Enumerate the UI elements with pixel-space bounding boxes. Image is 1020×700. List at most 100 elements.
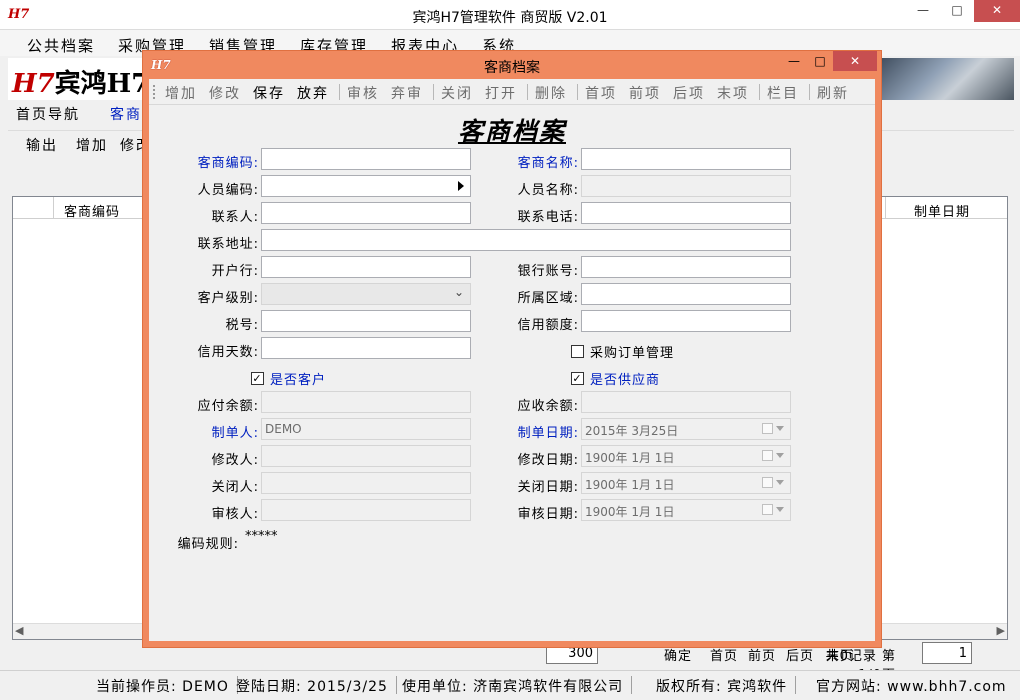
bank-input[interactable] — [261, 256, 471, 278]
checkbox-box[interactable] — [571, 345, 584, 358]
tb-audit-button[interactable]: 审核 — [347, 83, 379, 103]
code-rule-label: 编码规则: — [177, 537, 239, 552]
code-input[interactable] — [261, 148, 471, 170]
check-icon[interactable]: ✓ — [571, 372, 584, 385]
address-label: 联系地址: — [197, 237, 259, 252]
credit-amount-input[interactable] — [581, 310, 791, 332]
is-supplier-checkbox[interactable]: ✓ 是否供应商 — [571, 369, 660, 388]
credit-days-label: 信用天数: — [197, 345, 259, 360]
dialog-title: 客商档案 — [484, 60, 540, 76]
tb-edit-button[interactable]: 修改 — [209, 83, 241, 103]
add-button[interactable]: 增加 — [76, 135, 108, 155]
window-controls: — □ ✕ — [906, 0, 1020, 30]
level-select[interactable]: ⌄ — [261, 283, 471, 305]
lookup-arrow-icon[interactable] — [458, 181, 464, 191]
region-input[interactable] — [581, 283, 791, 305]
dialog-close-button[interactable]: ✕ — [833, 51, 877, 71]
auditor-label: 审核人: — [211, 507, 259, 522]
modify-date-picker[interactable]: 1900年 1月 1日 — [581, 445, 791, 467]
tb-close-button[interactable]: 关闭 — [441, 83, 473, 103]
credit-amount-label: 信用额度: — [517, 318, 579, 333]
status-operator: 当前操作员: DEMO — [96, 676, 238, 695]
create-date-picker[interactable]: 2015年 3月25日 — [581, 418, 791, 440]
menu-public-files[interactable]: 公共档案 — [16, 30, 107, 56]
tb-last-button[interactable]: 末项 — [717, 83, 749, 103]
contact-label: 联系人: — [211, 210, 259, 225]
chevron-down-icon[interactable]: ⌄ — [454, 285, 464, 299]
calendar-dropdown-icon[interactable] — [762, 476, 784, 490]
code-rule-value: ***** — [245, 529, 278, 544]
tb-add-button[interactable]: 增加 — [165, 83, 197, 103]
tab-home-nav[interactable]: 首页导航 — [16, 104, 80, 124]
bank-label: 开户行: — [211, 264, 259, 279]
is-customer-checkbox[interactable]: ✓ 是否客户 — [251, 369, 326, 388]
creator-input: DEMO — [261, 418, 471, 440]
banner-image — [878, 58, 1014, 100]
po-manage-checkbox[interactable]: 采购订单管理 — [571, 342, 674, 361]
name-input[interactable] — [581, 148, 791, 170]
calendar-dropdown-icon[interactable] — [762, 503, 784, 517]
staff-name-label: 人员名称: — [517, 183, 579, 198]
tb-prev-button[interactable]: 前项 — [629, 83, 661, 103]
tb-unaudit-button[interactable]: 弃审 — [391, 83, 423, 103]
address-input[interactable] — [261, 229, 791, 251]
close-date-picker[interactable]: 1900年 1月 1日 — [581, 472, 791, 494]
export-button[interactable]: 输出 — [26, 135, 58, 155]
staff-code-input[interactable] — [261, 175, 471, 197]
dialog-toolbar: 增加 修改 保存 放弃 审核 弃审 关闭 打开 删除 首项 前项 后项 末项 栏… — [149, 79, 875, 105]
tb-discard-button[interactable]: 放弃 — [297, 83, 329, 103]
tb-save-button[interactable]: 保存 — [253, 83, 285, 103]
column-header-create-date[interactable]: 制单日期 — [885, 197, 981, 220]
statusbar: 当前操作员: DEMO 登陆日期: 2015/3/25 使用单位: 济南宾鸿软件… — [0, 670, 1020, 700]
tb-refresh-button[interactable]: 刷新 — [817, 83, 849, 103]
account-input[interactable] — [581, 256, 791, 278]
status-unit: 使用单位: 济南宾鸿软件有限公司 — [402, 676, 633, 695]
window-title: 宾鸿H7管理软件 商贸版 V2.01 — [412, 10, 608, 26]
tb-open-button[interactable]: 打开 — [485, 83, 517, 103]
toolbar-grip-icon[interactable] — [153, 85, 155, 99]
go-button[interactable]: GO — [978, 645, 1020, 660]
auditor-input — [261, 499, 471, 521]
tb-first-button[interactable]: 首项 — [585, 83, 617, 103]
toolbar-separator — [433, 84, 434, 100]
phone-label: 联系电话: — [517, 210, 579, 225]
creator-label: 制单人: — [211, 426, 259, 441]
minimize-button[interactable]: — — [906, 0, 940, 22]
audit-date-picker[interactable]: 1900年 1月 1日 — [581, 499, 791, 521]
phone-input[interactable] — [581, 202, 791, 224]
scroll-left-icon[interactable]: ◀ — [15, 624, 23, 637]
toolbar-separator — [577, 84, 578, 100]
tab-customer-supplier[interactable]: 客商 — [110, 104, 142, 124]
dialog-maximize-button[interactable]: □ — [807, 51, 833, 71]
name-label: 客商名称: — [517, 156, 579, 171]
brand-logo: H7宾鸿H7 — [12, 69, 150, 99]
scroll-right-icon[interactable]: ▶ — [997, 624, 1005, 637]
status-copyright: 版权所有: 宾鸿软件 — [656, 676, 797, 695]
dialog-minimize-button[interactable]: — — [781, 51, 807, 71]
maximize-button[interactable]: □ — [940, 0, 974, 22]
region-label: 所属区域: — [517, 291, 579, 306]
credit-days-input[interactable] — [261, 337, 471, 359]
tb-next-button[interactable]: 后项 — [673, 83, 705, 103]
close-date-label: 关闭日期: — [517, 480, 579, 495]
calendar-dropdown-icon[interactable] — [762, 449, 784, 463]
dialog-body: 增加 修改 保存 放弃 审核 弃审 关闭 打开 删除 首项 前项 后项 末项 栏… — [149, 79, 875, 641]
dialog-window-controls: — □ ✕ — [781, 51, 877, 71]
tb-columns-button[interactable]: 栏目 — [767, 83, 799, 103]
goto-page-input[interactable]: 1 — [922, 642, 972, 664]
tb-delete-button[interactable]: 删除 — [535, 83, 567, 103]
level-label: 客户级别: — [197, 291, 259, 306]
calendar-dropdown-icon[interactable] — [762, 422, 784, 436]
check-icon[interactable]: ✓ — [251, 372, 264, 385]
form-title: 客商档案 — [457, 117, 566, 146]
modifier-label: 修改人: — [211, 453, 259, 468]
audit-date-label: 审核日期: — [517, 507, 579, 522]
modify-date-label: 修改日期: — [517, 453, 579, 468]
create-date-label: 制单日期: — [517, 426, 579, 441]
toolbar-separator — [809, 84, 810, 100]
close-button[interactable]: ✕ — [974, 0, 1020, 22]
contact-input[interactable] — [261, 202, 471, 224]
toolbar-separator — [339, 84, 340, 100]
dialog-titlebar: H7 客商档案 — □ ✕ — [143, 51, 881, 79]
tax-input[interactable] — [261, 310, 471, 332]
